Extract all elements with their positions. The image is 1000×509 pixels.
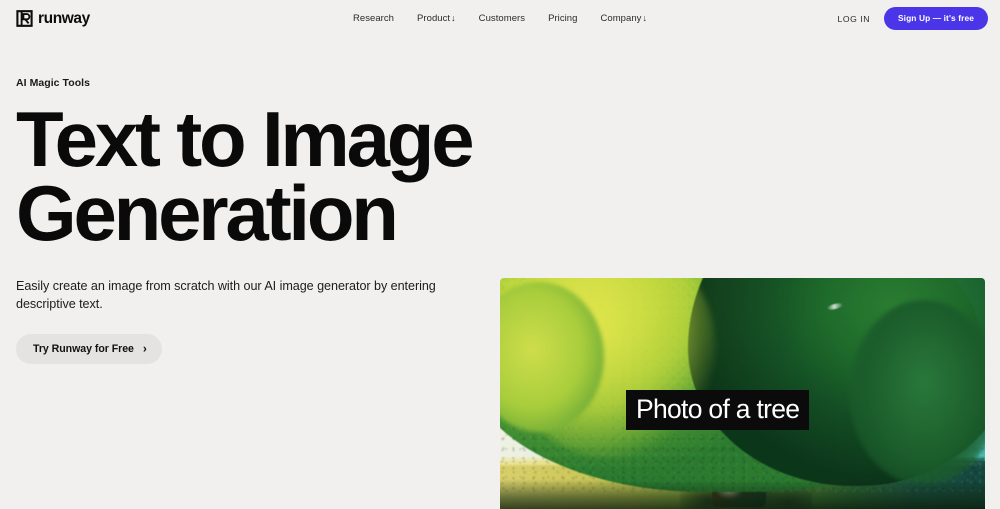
header-actions: LOG IN Sign Up — it's free (838, 7, 988, 30)
signup-button[interactable]: Sign Up — it's free (883, 7, 988, 30)
chevron-right-icon: › (142, 341, 147, 356)
chevron-down-icon: ↓ (642, 13, 648, 23)
page-title: Text to Image Generation (16, 95, 475, 258)
nav-item-product-label: Product (417, 13, 451, 24)
nav-item-pricing-label: Pricing (548, 13, 578, 24)
nav-item-product[interactable]: Product ↓ (417, 13, 456, 24)
login-link[interactable]: LOG IN (838, 14, 870, 24)
runway-logo[interactable]: runway (16, 10, 90, 28)
nav-item-research[interactable]: Research (353, 13, 394, 24)
main-navigation: Research Product ↓ Customers Pricing Com… (353, 13, 647, 24)
hero-eyebrow: AI Magic Tools (16, 77, 91, 89)
hero-description: Easily create an image from scratch with… (16, 279, 436, 311)
site-header: runway Research Product ↓ Customers Pric… (0, 0, 1000, 37)
ground-shadow (500, 479, 985, 509)
nav-item-company[interactable]: Company ↓ (600, 13, 647, 24)
try-runway-for-free-button[interactable]: Try Runway for Free › (16, 333, 162, 364)
runway-logo-mark (16, 10, 33, 27)
nav-item-customers-label: Customers (478, 13, 526, 24)
nav-item-company-label: Company (600, 13, 642, 24)
hero-image: Photo of a tree (500, 278, 985, 509)
hero-image-caption: Photo of a tree (626, 390, 810, 431)
nav-item-customers[interactable]: Customers (479, 13, 525, 24)
nav-item-pricing[interactable]: Pricing (548, 13, 577, 24)
nav-item-research-label: Research (352, 13, 395, 24)
runway-logo-text: runway (38, 9, 90, 27)
chevron-down-icon: ↓ (451, 13, 456, 23)
cta-label: Try Runway for Free (33, 342, 134, 355)
